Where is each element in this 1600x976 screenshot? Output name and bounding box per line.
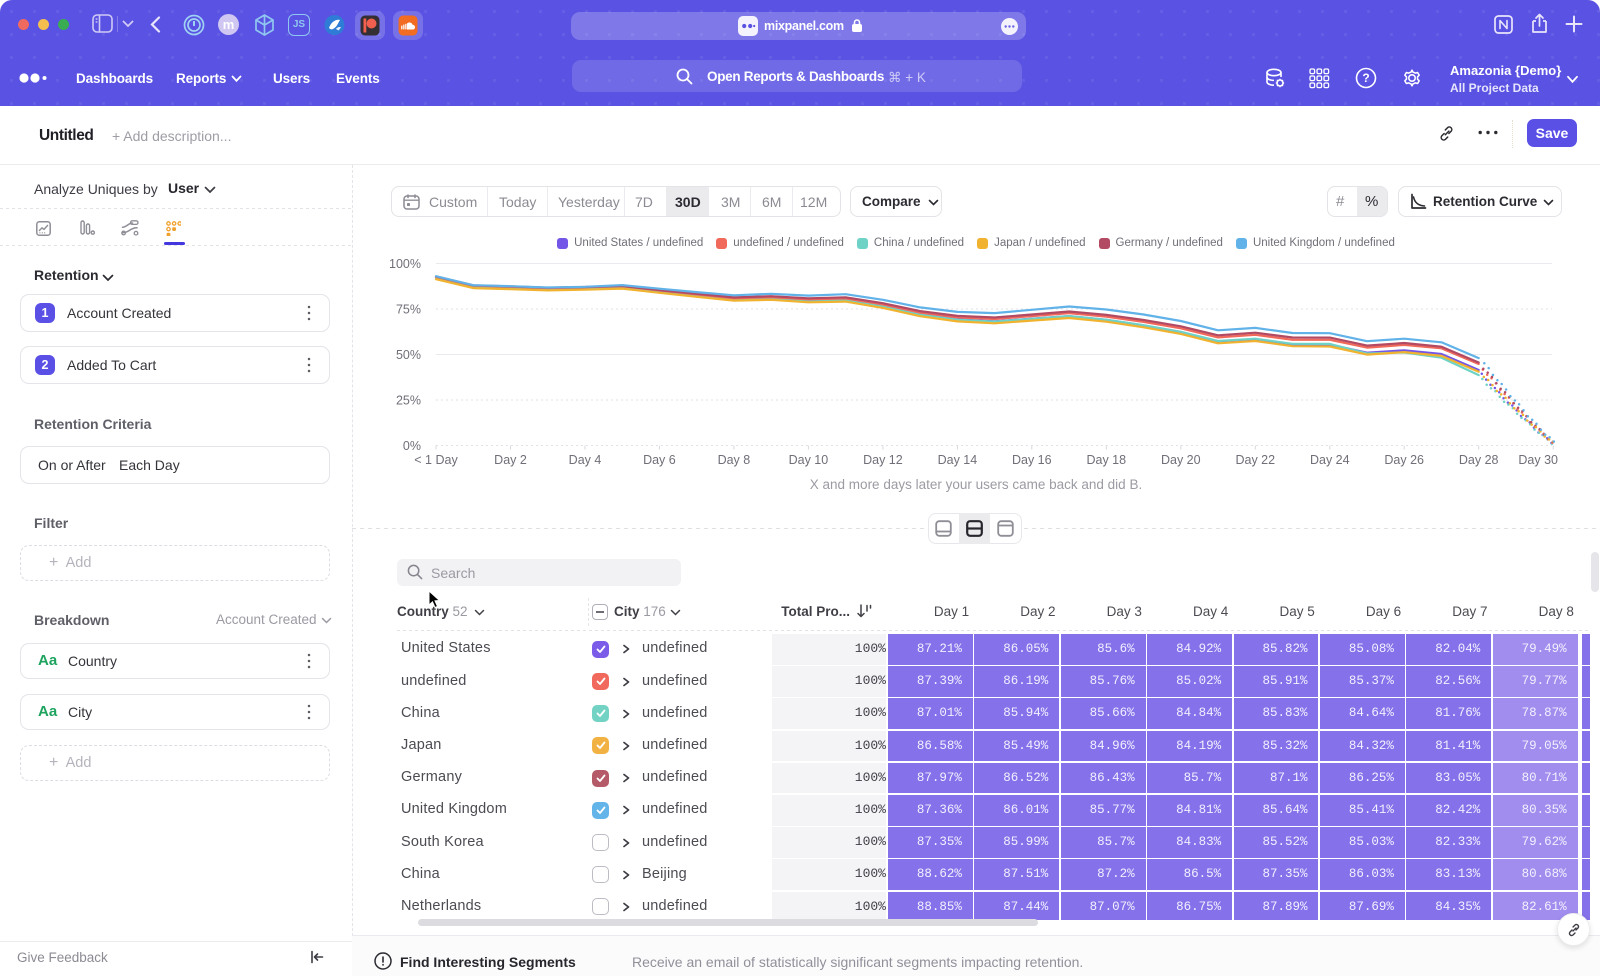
svg-text:Day 6: Day 6: [643, 453, 676, 467]
svg-text:Day 14: Day 14: [938, 453, 978, 467]
svg-text:50%: 50%: [396, 348, 421, 362]
svg-text:75%: 75%: [396, 303, 421, 317]
svg-text:Day 22: Day 22: [1235, 453, 1275, 467]
svg-text:Day 10: Day 10: [789, 453, 829, 467]
svg-text:Day 24: Day 24: [1310, 453, 1350, 467]
svg-text:Day 16: Day 16: [1012, 453, 1052, 467]
svg-text:25%: 25%: [396, 394, 421, 408]
svg-text:100%: 100%: [389, 257, 421, 271]
svg-text:Day 18: Day 18: [1086, 453, 1126, 467]
svg-text:Day 2: Day 2: [494, 453, 527, 467]
svg-text:Day 20: Day 20: [1161, 453, 1201, 467]
svg-text:Day 12: Day 12: [863, 453, 903, 467]
svg-text:Day 26: Day 26: [1384, 453, 1424, 467]
svg-text:?: ?: [1362, 71, 1369, 85]
svg-text:0%: 0%: [403, 439, 421, 453]
svg-text:Day 30: Day 30: [1518, 453, 1558, 467]
svg-text:Day 28: Day 28: [1459, 453, 1499, 467]
svg-text:Day 4: Day 4: [569, 453, 602, 467]
svg-text:Day 8: Day 8: [718, 453, 751, 467]
svg-text:< 1 Day: < 1 Day: [414, 453, 458, 467]
